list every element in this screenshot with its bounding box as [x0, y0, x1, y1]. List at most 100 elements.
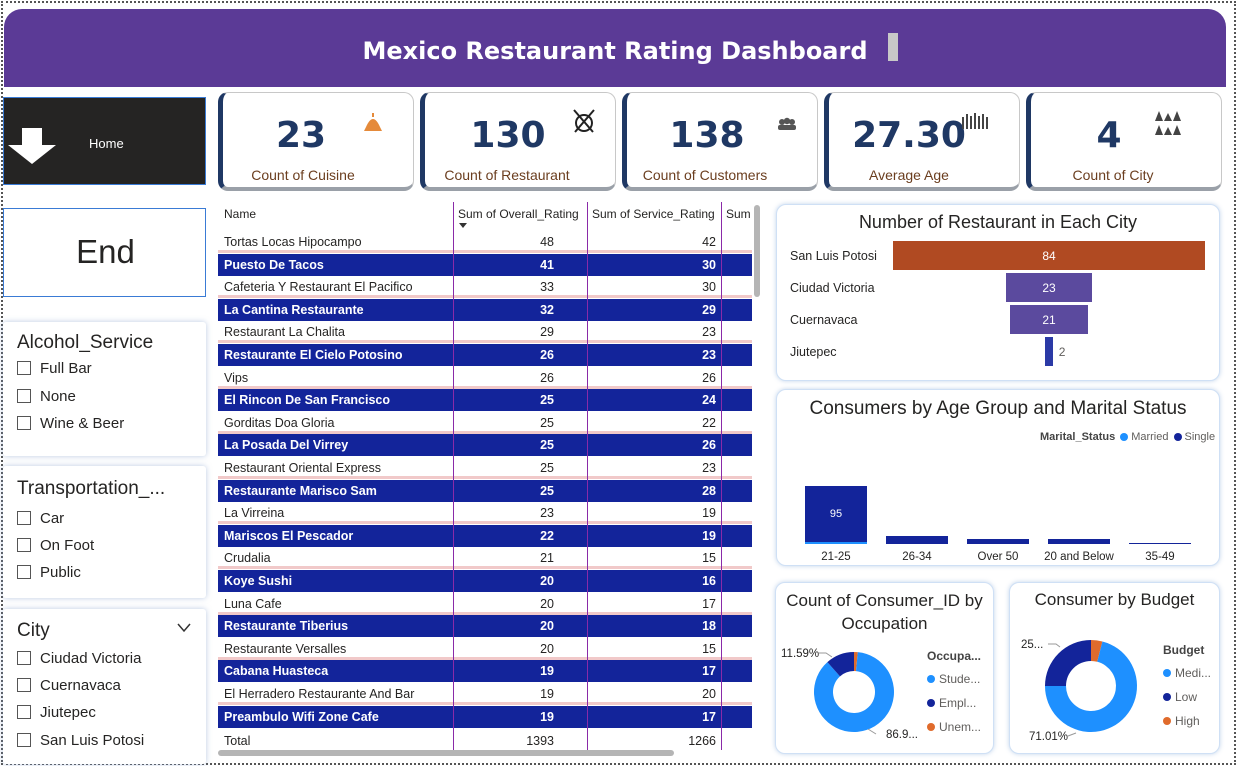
budget-donut: Budget Medi... Low High 71.01% 25...	[1021, 639, 1211, 743]
table-row[interactable]: Restaurante El Cielo Potosino 26 23	[218, 344, 752, 366]
restaurant-name-cell: Tortas Locas Hipocampo	[224, 235, 362, 249]
transport-option[interactable]: Public	[17, 563, 81, 581]
service-rating-cell: 17	[702, 596, 716, 611]
chart-title: Number of Restaurant in Each City	[858, 212, 1138, 232]
category-label: Cuernavaca	[790, 313, 858, 327]
bar-single[interactable]	[967, 538, 1029, 544]
alcohol-option[interactable]: Wine & Beer	[17, 414, 124, 432]
table-row[interactable]: Mariscos El Pescador 22 19	[218, 524, 752, 547]
table-row[interactable]: Crudalia 21 15	[218, 547, 752, 570]
bar-single[interactable]	[1129, 542, 1191, 544]
table-row[interactable]: Cafeteria Y Restaurant El Pacifico 33 30	[218, 276, 752, 299]
kpi-card-cuisine: 23 Count of Cuisine	[218, 92, 414, 191]
city-option[interactable]: San Luis Potosi	[17, 731, 144, 749]
service-rating-cell: 23	[702, 348, 716, 362]
overall-rating-cell: 21	[540, 551, 554, 566]
city-option[interactable]: Ciudad Victoria	[17, 649, 141, 667]
donut-slice[interactable]	[1045, 640, 1091, 686]
category-label: San Luis Potosi	[790, 249, 877, 263]
restaurant-name-cell: Restaurante Tiberius	[224, 619, 349, 634]
checkbox[interactable]	[17, 511, 31, 525]
checkbox[interactable]	[17, 733, 31, 747]
service-rating-cell: 20	[702, 687, 716, 701]
checkbox[interactable]	[17, 651, 31, 665]
transport-option[interactable]: On Foot	[17, 536, 94, 554]
table-row[interactable]: Restaurant Oriental Express 25 23	[218, 457, 752, 479]
home-button[interactable]: Home	[3, 97, 206, 185]
text-cursor-icon	[888, 33, 898, 61]
column-header-overall[interactable]: Sum of Overall_Rating	[458, 207, 579, 221]
table-row[interactable]: Vips 26 26	[218, 366, 752, 389]
checkbox[interactable]	[17, 389, 31, 403]
kpi-card-restaurant: 130 Count of Restaurant	[420, 92, 616, 191]
checkbox[interactable]	[17, 361, 31, 375]
legend-marker	[1163, 717, 1171, 725]
checkbox[interactable]	[17, 678, 31, 692]
table-row[interactable]: La Cantina Restaurante 32 29	[218, 298, 752, 321]
table-row[interactable]: Restaurante Versalles 20 15	[218, 637, 752, 660]
table-row[interactable]: Gorditas Doa Gloria 25 22	[218, 411, 752, 434]
column-header-sum[interactable]: Sum	[726, 207, 751, 221]
overall-rating-cell: 26	[540, 348, 554, 362]
kpi-card-age: 27.30 Average Age	[824, 92, 1020, 191]
table-row[interactable]: Luna Cafe 20 17	[218, 592, 752, 615]
table-row[interactable]: La Posada Del Virrey 25 26	[218, 434, 752, 457]
restaurant-name-cell: El Herradero Restaurante And Bar	[224, 687, 415, 701]
city-option[interactable]: Jiutepec	[17, 703, 96, 721]
category-label: Jiutepec	[790, 345, 837, 359]
table-row[interactable]: Cabana Huasteca 19 17	[218, 660, 752, 683]
restaurant-name-cell: Restaurante El Cielo Potosino	[224, 348, 403, 362]
table-row[interactable]: Restaurante Tiberius 20 18	[218, 615, 752, 638]
service-rating-cell: 26	[702, 438, 716, 453]
table-row[interactable]: Puesto De Tacos 41 30	[218, 253, 752, 276]
table-row[interactable]: El Herradero Restaurante And Bar 19 20	[218, 683, 752, 705]
bar-single[interactable]	[886, 536, 948, 544]
checkbox[interactable]	[17, 565, 31, 579]
restaurant-name-cell: Restaurante Marisco Sam	[224, 483, 377, 498]
legend-label: Stude...	[939, 672, 980, 686]
overall-rating-cell: 22	[540, 528, 554, 543]
overall-rating-cell: 23	[540, 506, 554, 521]
checkbox[interactable]	[17, 416, 31, 430]
bar[interactable]	[1045, 337, 1053, 366]
end-button[interactable]: End	[3, 208, 206, 297]
category-label: 35-49	[1145, 551, 1175, 563]
service-rating-cell: 24	[702, 393, 716, 408]
vertical-scrollbar[interactable]	[754, 205, 760, 297]
column-header-service[interactable]: Sum of Service_Rating	[592, 207, 715, 221]
bar-married[interactable]	[805, 542, 867, 544]
chevron-down-icon[interactable]	[177, 623, 191, 633]
alcohol-option[interactable]: None	[17, 387, 76, 405]
alcohol-option[interactable]: Full Bar	[17, 359, 92, 377]
column-header-name[interactable]: Name	[224, 207, 256, 221]
transport-option[interactable]: Car	[17, 509, 64, 527]
table-row[interactable]: La Virreina 23 19	[218, 502, 752, 525]
table-row[interactable]: Koye Sushi 20 16	[218, 570, 752, 592]
alcohol-slicer-title: Alcohol_Service	[17, 332, 154, 353]
restaurant-name-cell: Luna Cafe	[224, 596, 282, 611]
bar-single[interactable]	[1048, 539, 1110, 544]
table-row[interactable]: El Rincon De San Francisco 25 24	[218, 389, 752, 412]
service-rating-cell: 26	[702, 370, 716, 385]
service-rating-cell: 18	[702, 619, 716, 634]
table-row[interactable]: Preambulo Wifi Zone Cafe 19 17	[218, 705, 752, 728]
category-label: 21-25	[821, 551, 851, 563]
legend-label: Empl...	[939, 696, 976, 710]
service-rating-cell: 15	[702, 551, 716, 566]
city-option[interactable]: Cuernavaca	[17, 676, 121, 694]
sort-desc-icon[interactable]	[459, 223, 467, 229]
horizontal-scrollbar[interactable]	[218, 750, 674, 756]
city-restaurant-chart: Number of Restaurant in Each City San Lu…	[776, 204, 1220, 381]
restaurant-name-cell: La Cantina Restaurante	[224, 302, 364, 317]
table-row[interactable]: Restaurante Marisco Sam 25 28	[218, 479, 752, 502]
checkbox[interactable]	[17, 705, 31, 719]
service-rating-cell: 22	[702, 415, 716, 430]
checkbox[interactable]	[17, 538, 31, 552]
city-icon	[1155, 111, 1181, 135]
table-row[interactable]: Tortas Locas Hipocampo 48 42	[218, 231, 752, 253]
table-row[interactable]: Restaurant La Chalita 29 23	[218, 321, 752, 344]
overall-rating-cell: 25	[540, 393, 554, 408]
restaurant-ratings-table: Name Sum of Overall_Rating Sum of Servic…	[218, 199, 761, 761]
arrow-down-icon	[8, 128, 56, 164]
page-title: Mexico Restaurant Rating Dashboard	[362, 37, 868, 65]
